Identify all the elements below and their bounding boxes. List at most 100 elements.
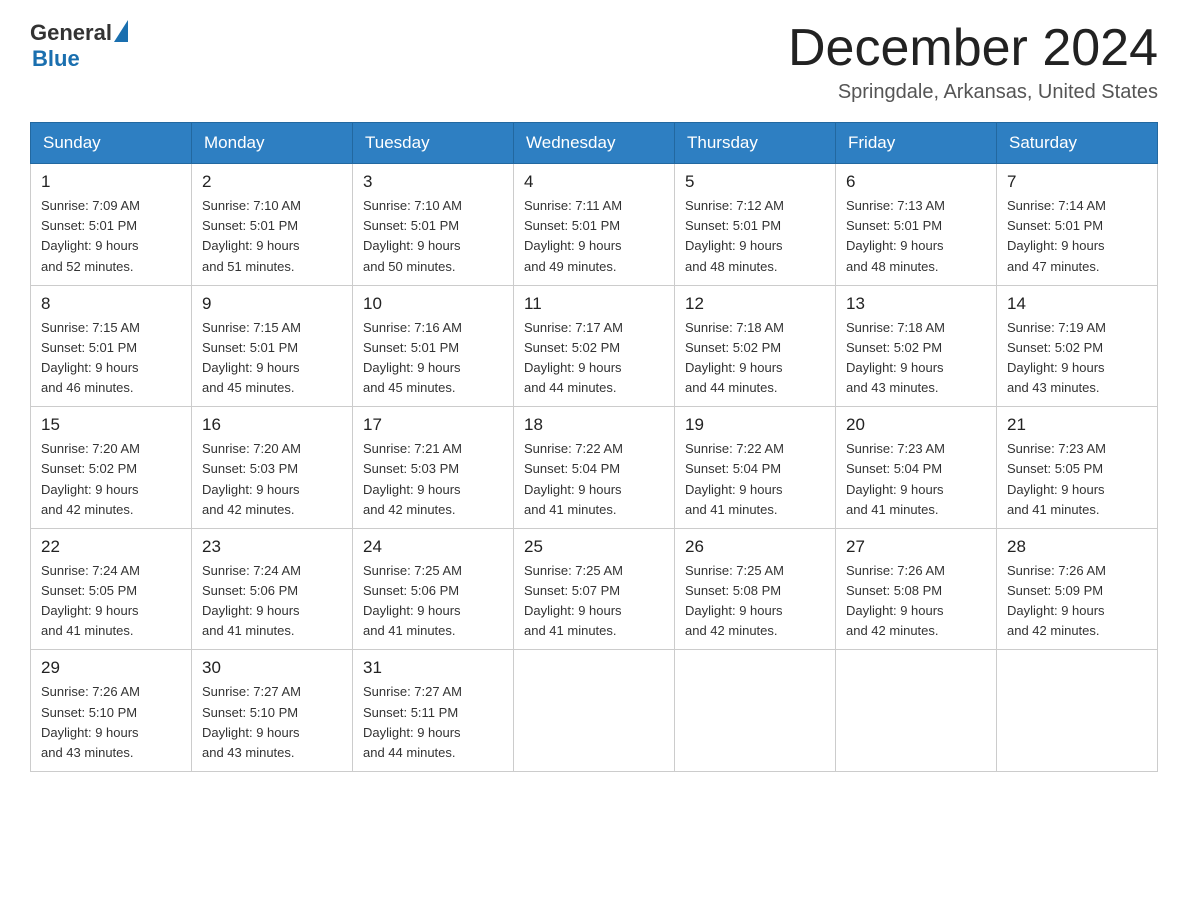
day-number: 3 [363, 172, 503, 192]
day-number: 22 [41, 537, 181, 557]
day-info: Sunrise: 7:17 AMSunset: 5:02 PMDaylight:… [524, 320, 623, 395]
day-info: Sunrise: 7:16 AMSunset: 5:01 PMDaylight:… [363, 320, 462, 395]
day-info: Sunrise: 7:13 AMSunset: 5:01 PMDaylight:… [846, 198, 945, 273]
title-area: December 2024 Springdale, Arkansas, Unit… [788, 20, 1158, 104]
header-friday: Friday [836, 123, 997, 164]
table-row: 16 Sunrise: 7:20 AMSunset: 5:03 PMDaylig… [192, 407, 353, 529]
day-info: Sunrise: 7:23 AMSunset: 5:04 PMDaylight:… [846, 441, 945, 516]
day-info: Sunrise: 7:14 AMSunset: 5:01 PMDaylight:… [1007, 198, 1106, 273]
logo-general-text: General [30, 20, 112, 46]
table-row: 17 Sunrise: 7:21 AMSunset: 5:03 PMDaylig… [353, 407, 514, 529]
table-row: 15 Sunrise: 7:20 AMSunset: 5:02 PMDaylig… [31, 407, 192, 529]
table-row: 14 Sunrise: 7:19 AMSunset: 5:02 PMDaylig… [997, 285, 1158, 407]
day-info: Sunrise: 7:26 AMSunset: 5:09 PMDaylight:… [1007, 563, 1106, 638]
table-row: 29 Sunrise: 7:26 AMSunset: 5:10 PMDaylig… [31, 650, 192, 772]
logo-triangle-icon [114, 20, 128, 42]
table-row: 27 Sunrise: 7:26 AMSunset: 5:08 PMDaylig… [836, 528, 997, 650]
day-number: 12 [685, 294, 825, 314]
day-info: Sunrise: 7:10 AMSunset: 5:01 PMDaylight:… [363, 198, 462, 273]
day-number: 28 [1007, 537, 1147, 557]
day-number: 27 [846, 537, 986, 557]
day-number: 2 [202, 172, 342, 192]
day-info: Sunrise: 7:23 AMSunset: 5:05 PMDaylight:… [1007, 441, 1106, 516]
day-number: 7 [1007, 172, 1147, 192]
day-number: 10 [363, 294, 503, 314]
day-number: 30 [202, 658, 342, 678]
day-info: Sunrise: 7:27 AMSunset: 5:11 PMDaylight:… [363, 684, 462, 759]
table-row: 19 Sunrise: 7:22 AMSunset: 5:04 PMDaylig… [675, 407, 836, 529]
table-row: 23 Sunrise: 7:24 AMSunset: 5:06 PMDaylig… [192, 528, 353, 650]
day-number: 9 [202, 294, 342, 314]
day-info: Sunrise: 7:24 AMSunset: 5:05 PMDaylight:… [41, 563, 140, 638]
header-monday: Monday [192, 123, 353, 164]
day-number: 23 [202, 537, 342, 557]
day-number: 16 [202, 415, 342, 435]
header-thursday: Thursday [675, 123, 836, 164]
week-row-3: 15 Sunrise: 7:20 AMSunset: 5:02 PMDaylig… [31, 407, 1158, 529]
header-tuesday: Tuesday [353, 123, 514, 164]
day-info: Sunrise: 7:19 AMSunset: 5:02 PMDaylight:… [1007, 320, 1106, 395]
day-number: 4 [524, 172, 664, 192]
day-info: Sunrise: 7:20 AMSunset: 5:02 PMDaylight:… [41, 441, 140, 516]
table-row: 21 Sunrise: 7:23 AMSunset: 5:05 PMDaylig… [997, 407, 1158, 529]
table-row: 8 Sunrise: 7:15 AMSunset: 5:01 PMDayligh… [31, 285, 192, 407]
table-row [997, 650, 1158, 772]
table-row: 24 Sunrise: 7:25 AMSunset: 5:06 PMDaylig… [353, 528, 514, 650]
day-info: Sunrise: 7:15 AMSunset: 5:01 PMDaylight:… [202, 320, 301, 395]
week-row-2: 8 Sunrise: 7:15 AMSunset: 5:01 PMDayligh… [31, 285, 1158, 407]
table-row: 6 Sunrise: 7:13 AMSunset: 5:01 PMDayligh… [836, 164, 997, 286]
table-row: 10 Sunrise: 7:16 AMSunset: 5:01 PMDaylig… [353, 285, 514, 407]
table-row: 28 Sunrise: 7:26 AMSunset: 5:09 PMDaylig… [997, 528, 1158, 650]
day-info: Sunrise: 7:18 AMSunset: 5:02 PMDaylight:… [846, 320, 945, 395]
month-title: December 2024 [788, 20, 1158, 77]
day-number: 13 [846, 294, 986, 314]
day-info: Sunrise: 7:26 AMSunset: 5:08 PMDaylight:… [846, 563, 945, 638]
table-row: 30 Sunrise: 7:27 AMSunset: 5:10 PMDaylig… [192, 650, 353, 772]
day-info: Sunrise: 7:12 AMSunset: 5:01 PMDaylight:… [685, 198, 784, 273]
logo: General Blue [30, 20, 128, 72]
day-info: Sunrise: 7:22 AMSunset: 5:04 PMDaylight:… [524, 441, 623, 516]
table-row: 25 Sunrise: 7:25 AMSunset: 5:07 PMDaylig… [514, 528, 675, 650]
page-header: General Blue December 2024 Springdale, A… [30, 20, 1158, 104]
header-wednesday: Wednesday [514, 123, 675, 164]
table-row: 31 Sunrise: 7:27 AMSunset: 5:11 PMDaylig… [353, 650, 514, 772]
week-row-1: 1 Sunrise: 7:09 AMSunset: 5:01 PMDayligh… [31, 164, 1158, 286]
table-row: 9 Sunrise: 7:15 AMSunset: 5:01 PMDayligh… [192, 285, 353, 407]
table-row [836, 650, 997, 772]
day-info: Sunrise: 7:25 AMSunset: 5:07 PMDaylight:… [524, 563, 623, 638]
day-number: 6 [846, 172, 986, 192]
day-number: 15 [41, 415, 181, 435]
table-row: 13 Sunrise: 7:18 AMSunset: 5:02 PMDaylig… [836, 285, 997, 407]
day-info: Sunrise: 7:22 AMSunset: 5:04 PMDaylight:… [685, 441, 784, 516]
table-row: 5 Sunrise: 7:12 AMSunset: 5:01 PMDayligh… [675, 164, 836, 286]
day-info: Sunrise: 7:21 AMSunset: 5:03 PMDaylight:… [363, 441, 462, 516]
day-number: 21 [1007, 415, 1147, 435]
day-info: Sunrise: 7:26 AMSunset: 5:10 PMDaylight:… [41, 684, 140, 759]
day-info: Sunrise: 7:27 AMSunset: 5:10 PMDaylight:… [202, 684, 301, 759]
day-number: 25 [524, 537, 664, 557]
table-row [675, 650, 836, 772]
day-info: Sunrise: 7:25 AMSunset: 5:08 PMDaylight:… [685, 563, 784, 638]
day-info: Sunrise: 7:11 AMSunset: 5:01 PMDaylight:… [524, 198, 622, 273]
weekday-header-row: Sunday Monday Tuesday Wednesday Thursday… [31, 123, 1158, 164]
day-info: Sunrise: 7:10 AMSunset: 5:01 PMDaylight:… [202, 198, 301, 273]
day-info: Sunrise: 7:09 AMSunset: 5:01 PMDaylight:… [41, 198, 140, 273]
day-number: 29 [41, 658, 181, 678]
day-info: Sunrise: 7:18 AMSunset: 5:02 PMDaylight:… [685, 320, 784, 395]
table-row: 4 Sunrise: 7:11 AMSunset: 5:01 PMDayligh… [514, 164, 675, 286]
table-row: 20 Sunrise: 7:23 AMSunset: 5:04 PMDaylig… [836, 407, 997, 529]
day-number: 11 [524, 294, 664, 314]
week-row-4: 22 Sunrise: 7:24 AMSunset: 5:05 PMDaylig… [31, 528, 1158, 650]
table-row: 1 Sunrise: 7:09 AMSunset: 5:01 PMDayligh… [31, 164, 192, 286]
header-sunday: Sunday [31, 123, 192, 164]
day-number: 20 [846, 415, 986, 435]
location-subtitle: Springdale, Arkansas, United States [788, 81, 1158, 104]
day-info: Sunrise: 7:20 AMSunset: 5:03 PMDaylight:… [202, 441, 301, 516]
day-number: 31 [363, 658, 503, 678]
day-info: Sunrise: 7:24 AMSunset: 5:06 PMDaylight:… [202, 563, 301, 638]
table-row: 11 Sunrise: 7:17 AMSunset: 5:02 PMDaylig… [514, 285, 675, 407]
table-row: 2 Sunrise: 7:10 AMSunset: 5:01 PMDayligh… [192, 164, 353, 286]
table-row: 12 Sunrise: 7:18 AMSunset: 5:02 PMDaylig… [675, 285, 836, 407]
logo-blue-text: Blue [32, 46, 80, 72]
table-row: 22 Sunrise: 7:24 AMSunset: 5:05 PMDaylig… [31, 528, 192, 650]
